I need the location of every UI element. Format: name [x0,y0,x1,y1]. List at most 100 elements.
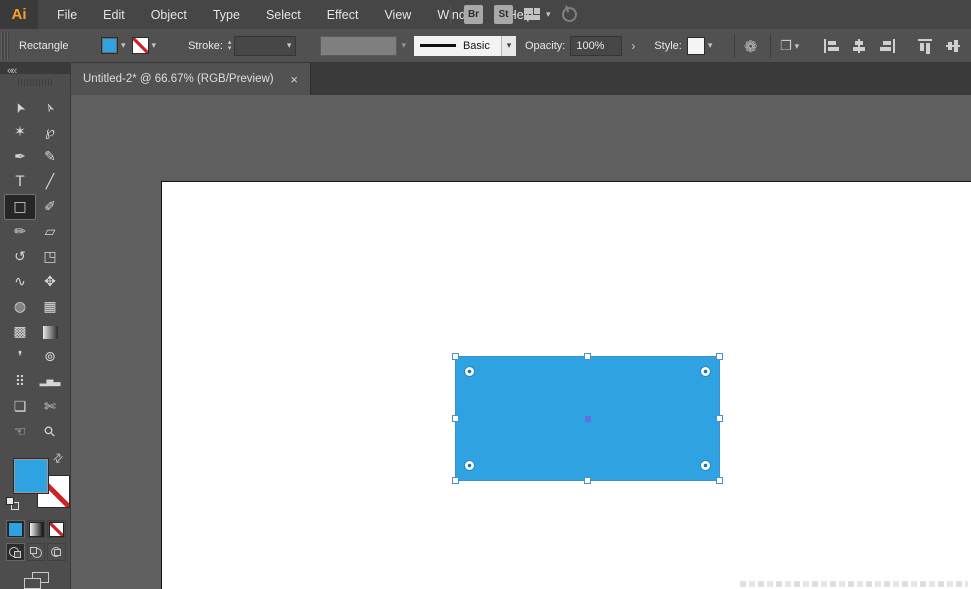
workspace-switcher[interactable]: ▾ [524,8,551,21]
stroke-color-dropdown[interactable]: ▾ [131,37,156,54]
tool-free-transform[interactable]: ✥ [35,270,65,294]
swap-fill-stroke-icon[interactable]: ⇄ [50,449,67,466]
menu-edit[interactable]: Edit [90,0,138,29]
center-point[interactable] [584,415,591,422]
direct-selection-icon: ➢ [40,98,60,116]
tool-line-segment[interactable]: ╱ [35,170,65,194]
width-profile-dropdown[interactable] [320,35,398,56]
power-icon[interactable] [559,5,579,24]
align-center-button[interactable] [848,36,870,56]
draw-inside-button[interactable] [47,543,67,561]
close-tab-button[interactable]: × [290,72,298,87]
default-fill-stroke-icon[interactable] [6,497,20,511]
screen-mode-button[interactable] [24,572,64,589]
fill-indicator[interactable] [13,458,49,494]
divider [734,29,735,63]
hand-icon: ☜ [13,424,27,440]
draw-behind-button[interactable] [26,543,46,561]
brush-definition-dropdown[interactable]: Basic ▾ [413,35,516,56]
blend-icon: ⊚ [44,349,56,365]
tool-gradient[interactable]: ▒ [35,320,65,344]
fill-color-dropdown[interactable]: ▾ [101,37,126,54]
bridge-button[interactable]: Br [464,5,483,24]
brush-dropdown-button[interactable]: ▾ [500,35,516,56]
tool-eraser[interactable]: ▱ [35,220,65,244]
stroke-weight-dropdown[interactable]: ▾ [234,35,297,56]
watermark-text [740,581,968,587]
tool-rotate[interactable]: ↺ [5,245,35,269]
tool-column-graph[interactable]: ▂▅▃ [35,370,65,394]
selection-handle[interactable] [716,477,723,484]
tool-artboard[interactable]: ❏ [5,395,35,419]
tool-zoom[interactable]: ⚲ [35,420,65,444]
corner-radius-widget[interactable] [701,367,710,376]
tool-shape-builder[interactable]: ◍ [5,295,35,319]
step-down-icon[interactable]: ▾ [228,45,232,52]
tool-pen[interactable]: ✒ [5,145,35,169]
recolor-artwork-button[interactable]: ❁ [744,29,757,63]
canvas[interactable] [71,95,971,589]
tool-symbol-sprayer[interactable]: ⠿ [5,370,35,394]
selection-handle[interactable] [716,414,723,422]
tab-bar: «« Untitled-2* @ 66.67% (RGB/Preview) × [0,63,971,95]
divider [450,5,451,24]
opacity-input[interactable]: 100% [570,35,623,56]
gradient-icon: ▒ [42,325,58,339]
style-dropdown[interactable]: ▾ [686,36,712,55]
style-swatch[interactable] [686,36,705,55]
tool-blend[interactable]: ⊚ [35,345,65,369]
align-right-button[interactable] [876,36,898,56]
type-icon: T [15,174,25,190]
selection-handle[interactable] [452,414,459,422]
menu-select[interactable]: Select [253,0,314,29]
selection-handle[interactable] [452,477,459,484]
tool-selection[interactable]: ➤ [5,95,35,119]
tool-lasso[interactable]: ℘ [35,120,65,144]
tool-hand[interactable]: ☜ [5,420,35,444]
align-left-button[interactable] [820,36,842,56]
stroke-none-swatch[interactable] [131,37,149,54]
selection-handle[interactable] [583,353,591,360]
tool-shaper[interactable]: ✏ [5,220,35,244]
tool-direct-selection[interactable]: ➢ [35,95,65,119]
opacity-submenu-arrow[interactable]: › [626,36,640,56]
menu-object[interactable]: Object [138,0,200,29]
tool-magic-wand[interactable]: ✶ [5,120,35,144]
corner-radius-widget[interactable] [465,367,474,376]
fill-swatch[interactable] [101,37,118,54]
none-mode-button[interactable] [47,520,67,538]
align-middle-button[interactable] [942,36,964,56]
stock-button[interactable]: St [494,5,513,24]
menu-effect[interactable]: Effect [314,0,372,29]
tool-perspective-grid[interactable]: ▦ [35,295,65,319]
tool-rectangle[interactable]: □ [4,194,36,220]
tool-eyedropper[interactable]: ❜ [5,345,35,369]
tool-scale[interactable]: ◳ [35,245,65,269]
tool-paintbrush[interactable]: ✐ [35,195,65,219]
draw-normal-button[interactable] [6,543,25,561]
tool-width[interactable]: ∿ [5,270,35,294]
color-mode-button[interactable] [6,520,25,538]
tool-curvature[interactable]: ✎ [35,145,65,169]
panel-grip[interactable] [18,79,52,86]
document-tab[interactable]: Untitled-2* @ 66.67% (RGB/Preview) × [71,63,311,95]
brush-preview[interactable]: Basic [413,35,501,56]
gradient-mode-button[interactable] [26,520,46,538]
align-top-button[interactable] [914,36,936,56]
selection-handle[interactable] [452,353,459,360]
selection-handle[interactable] [716,353,723,360]
menu-view[interactable]: View [371,0,424,29]
corner-radius-widget[interactable] [465,461,474,470]
selected-rectangle[interactable] [452,353,723,484]
shape-menu-button[interactable]: ❐ ▾ [780,29,799,63]
panel-grip-handle[interactable] [1,31,9,60]
tool-type[interactable]: T [5,170,35,194]
draw-normal-icon [9,546,22,558]
menu-file[interactable]: File [44,0,90,29]
tool-slice[interactable]: ✄ [35,395,65,419]
tool-mesh[interactable]: ▩ [5,320,35,344]
menu-type[interactable]: Type [200,0,253,29]
stroke-weight-stepper[interactable]: ▴ ▾ [228,39,232,52]
corner-radius-widget[interactable] [701,461,710,470]
selection-handle[interactable] [583,477,591,484]
